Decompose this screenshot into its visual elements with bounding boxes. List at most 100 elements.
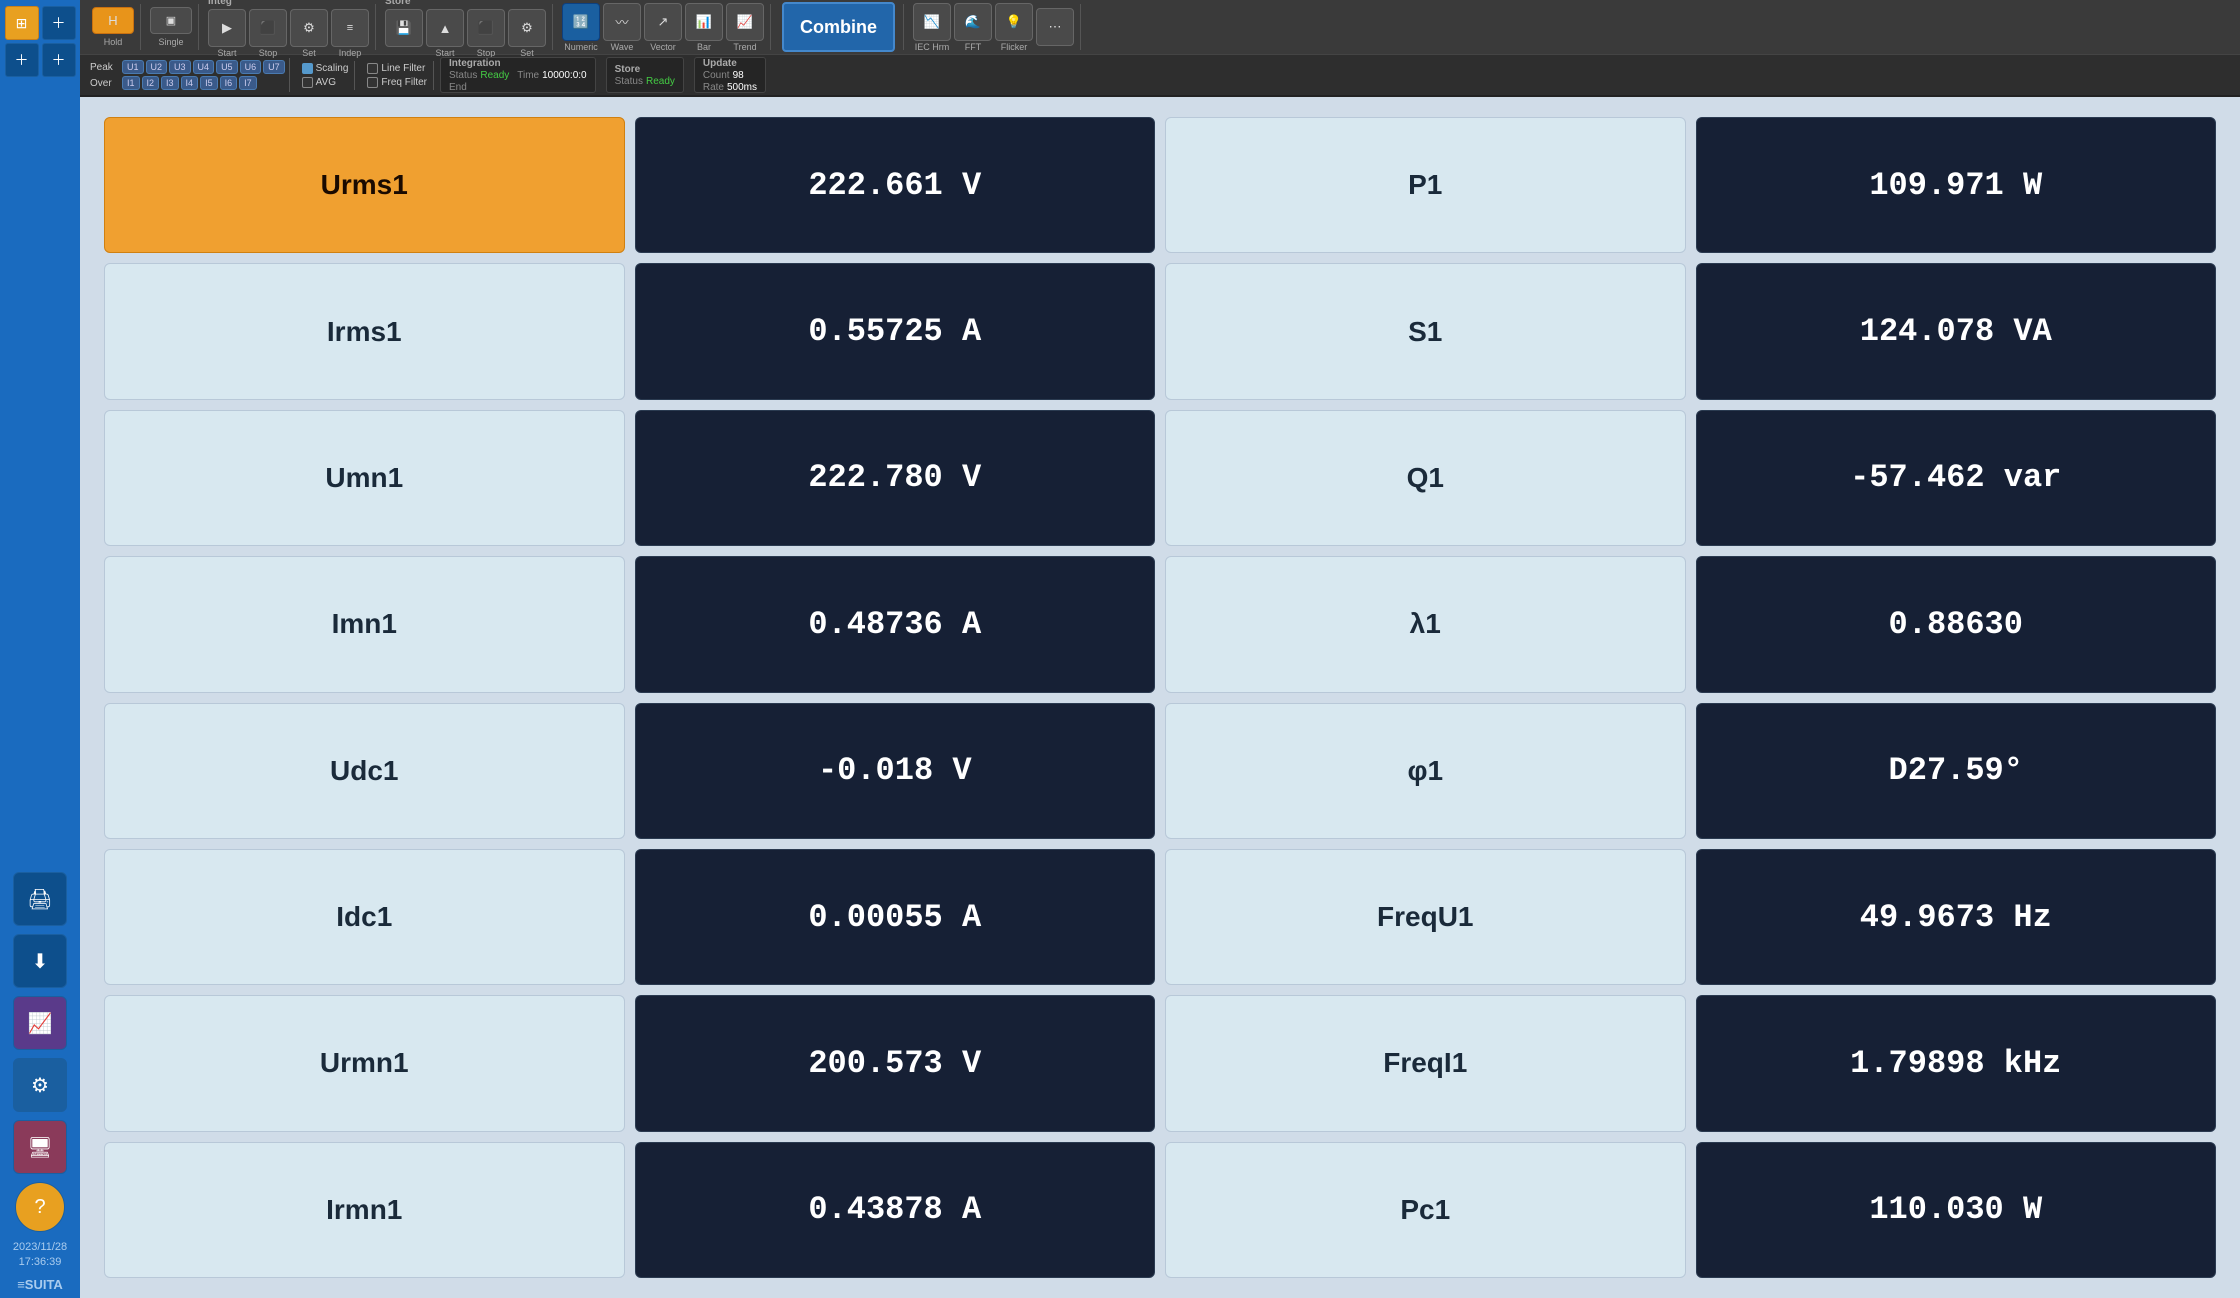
- label-idc1[interactable]: Idc1: [104, 849, 625, 985]
- val-p1-unit: W: [2023, 167, 2042, 204]
- label-irms1[interactable]: Irms1: [104, 263, 625, 399]
- store-status-value: Ready: [646, 76, 675, 87]
- peak-u1-btn[interactable]: U1: [122, 60, 144, 74]
- sidebar-chart-tool[interactable]: 📈: [13, 996, 67, 1050]
- store-status-box: Store Status Ready: [606, 57, 684, 93]
- integ-stop-label: Stop: [259, 48, 278, 58]
- integ-stop-button[interactable]: ⬛: [249, 9, 287, 47]
- vector-button[interactable]: ↗: [644, 3, 682, 41]
- label-lambda1[interactable]: λ1: [1165, 556, 1686, 692]
- value-q1[interactable]: -57.462 var: [1696, 410, 2217, 546]
- sidebar-btn-add[interactable]: ＋: [42, 6, 76, 40]
- label-s1[interactable]: S1: [1165, 263, 1686, 399]
- label-urmn1[interactable]: Urmn1: [104, 995, 625, 1131]
- over-i4-btn[interactable]: I4: [181, 76, 199, 90]
- wave-button[interactable]: 〰: [603, 3, 641, 41]
- freq-filter-label: Freq Filter: [381, 77, 427, 88]
- freq-filter-checkbox[interactable]: Freq Filter: [367, 77, 427, 88]
- label-imn1[interactable]: Imn1: [104, 556, 625, 692]
- over-text: Over: [90, 78, 120, 89]
- value-s1[interactable]: 124.078 VA: [1696, 263, 2217, 399]
- label-irmn1[interactable]: Irmn1: [104, 1142, 625, 1278]
- value-phi1[interactable]: D27.59°: [1696, 703, 2217, 839]
- over-i3-btn[interactable]: I3: [161, 76, 179, 90]
- value-irmn1[interactable]: 0.43878 A: [635, 1142, 1156, 1278]
- integration-status-value: Ready: [480, 70, 509, 81]
- sidebar-btn-add3[interactable]: ＋: [42, 43, 76, 77]
- val-s1-unit: VA: [2013, 313, 2051, 350]
- avg-checkbox[interactable]: AVG: [302, 77, 349, 88]
- val-phi1-num: D27.59°: [1889, 752, 2023, 789]
- value-p1[interactable]: 109.971 W: [1696, 117, 2217, 253]
- label-freqi1[interactable]: FreqI1: [1165, 995, 1686, 1131]
- line-filter-checkbox[interactable]: Line Filter: [367, 63, 427, 74]
- value-frequ1[interactable]: 49.9673 Hz: [1696, 849, 2217, 985]
- over-i7-btn[interactable]: I7: [239, 76, 257, 90]
- value-udc1[interactable]: -0.018 V: [635, 703, 1156, 839]
- trend-button[interactable]: 📈: [726, 3, 764, 41]
- peak-u4-btn[interactable]: U4: [193, 60, 215, 74]
- more-button[interactable]: ⋯: [1036, 8, 1074, 46]
- val-irms1-unit: A: [962, 313, 981, 350]
- value-idc1[interactable]: 0.00055 A: [635, 849, 1156, 985]
- sidebar-display-tool[interactable]: 🖥: [13, 1120, 67, 1174]
- sidebar-help-tool[interactable]: ?: [15, 1182, 65, 1232]
- toolbar: H Hold ▣ Single Integ ▶ Start: [80, 0, 2240, 97]
- over-i6-btn[interactable]: I6: [220, 76, 238, 90]
- flicker-button[interactable]: 💡: [995, 3, 1033, 41]
- integ-set-button[interactable]: ⚙: [290, 9, 328, 47]
- label-p1[interactable]: P1: [1165, 117, 1686, 253]
- value-freqi1[interactable]: 1.79898 kHz: [1696, 995, 2217, 1131]
- label-urms1[interactable]: Urms1: [104, 117, 625, 253]
- value-pc1[interactable]: 110.030 W: [1696, 1142, 2217, 1278]
- value-urms1[interactable]: 222.661 V: [635, 117, 1156, 253]
- value-lambda1[interactable]: 0.88630: [1696, 556, 2217, 692]
- fft-group: 🌊 FFT: [954, 3, 992, 52]
- fft-button[interactable]: 🌊: [954, 3, 992, 41]
- combine-button[interactable]: Combine: [782, 2, 895, 52]
- label-pc1[interactable]: Pc1: [1165, 1142, 1686, 1278]
- over-i5-btn[interactable]: I5: [200, 76, 218, 90]
- peak-u3-btn[interactable]: U3: [169, 60, 191, 74]
- val-s1-num: 124.078: [1860, 313, 1994, 350]
- integ-indep-button[interactable]: ≡: [331, 9, 369, 47]
- value-imn1[interactable]: 0.48736 A: [635, 556, 1156, 692]
- numeric-button[interactable]: 🔢: [562, 3, 600, 41]
- integration-end-key: End: [449, 82, 467, 93]
- peak-u6-btn[interactable]: U6: [240, 60, 262, 74]
- sidebar-btn-add2[interactable]: ＋: [5, 43, 39, 77]
- sidebar-download-tool[interactable]: ⬇: [13, 934, 67, 988]
- store-set-group: ⚙ Set: [508, 9, 546, 58]
- store-set-button[interactable]: ⚙: [508, 9, 546, 47]
- avg-label: AVG: [316, 77, 336, 88]
- label-udc1[interactable]: Udc1: [104, 703, 625, 839]
- integ-start-button[interactable]: ▶: [208, 9, 246, 47]
- sidebar-gear-tool[interactable]: ⚙: [13, 1058, 67, 1112]
- value-umn1[interactable]: 222.780 V: [635, 410, 1156, 546]
- peak-u2-btn[interactable]: U2: [146, 60, 168, 74]
- store-stop-button[interactable]: ⬛: [467, 9, 505, 47]
- update-count-value: 98: [733, 70, 744, 81]
- val-urmn1-unit: V: [962, 1045, 981, 1082]
- hold-button[interactable]: H: [92, 7, 134, 34]
- value-urmn1[interactable]: 200.573 V: [635, 995, 1156, 1131]
- label-phi1[interactable]: φ1: [1165, 703, 1686, 839]
- peak-u5-btn[interactable]: U5: [216, 60, 238, 74]
- label-frequ1[interactable]: FreqU1: [1165, 849, 1686, 985]
- numeric-label: Numeric: [564, 42, 598, 52]
- filter-checkboxes: Scaling AVG: [296, 61, 356, 90]
- sidebar-btn-grid[interactable]: ⊞: [5, 6, 39, 40]
- label-q1[interactable]: Q1: [1165, 410, 1686, 546]
- bar-button[interactable]: 📊: [685, 3, 723, 41]
- over-i1-btn[interactable]: I1: [122, 76, 140, 90]
- iechrm-button[interactable]: 📉: [913, 3, 951, 41]
- store-save-button[interactable]: 💾: [385, 9, 423, 47]
- single-button[interactable]: ▣: [150, 7, 192, 34]
- value-irms1[interactable]: 0.55725 A: [635, 263, 1156, 399]
- peak-u7-btn[interactable]: U7: [263, 60, 285, 74]
- label-umn1[interactable]: Umn1: [104, 410, 625, 546]
- sidebar-print-tool[interactable]: 🖨: [13, 872, 67, 926]
- over-i2-btn[interactable]: I2: [142, 76, 160, 90]
- store-start-button[interactable]: ▲: [426, 9, 464, 47]
- scaling-checkbox[interactable]: Scaling: [302, 63, 349, 74]
